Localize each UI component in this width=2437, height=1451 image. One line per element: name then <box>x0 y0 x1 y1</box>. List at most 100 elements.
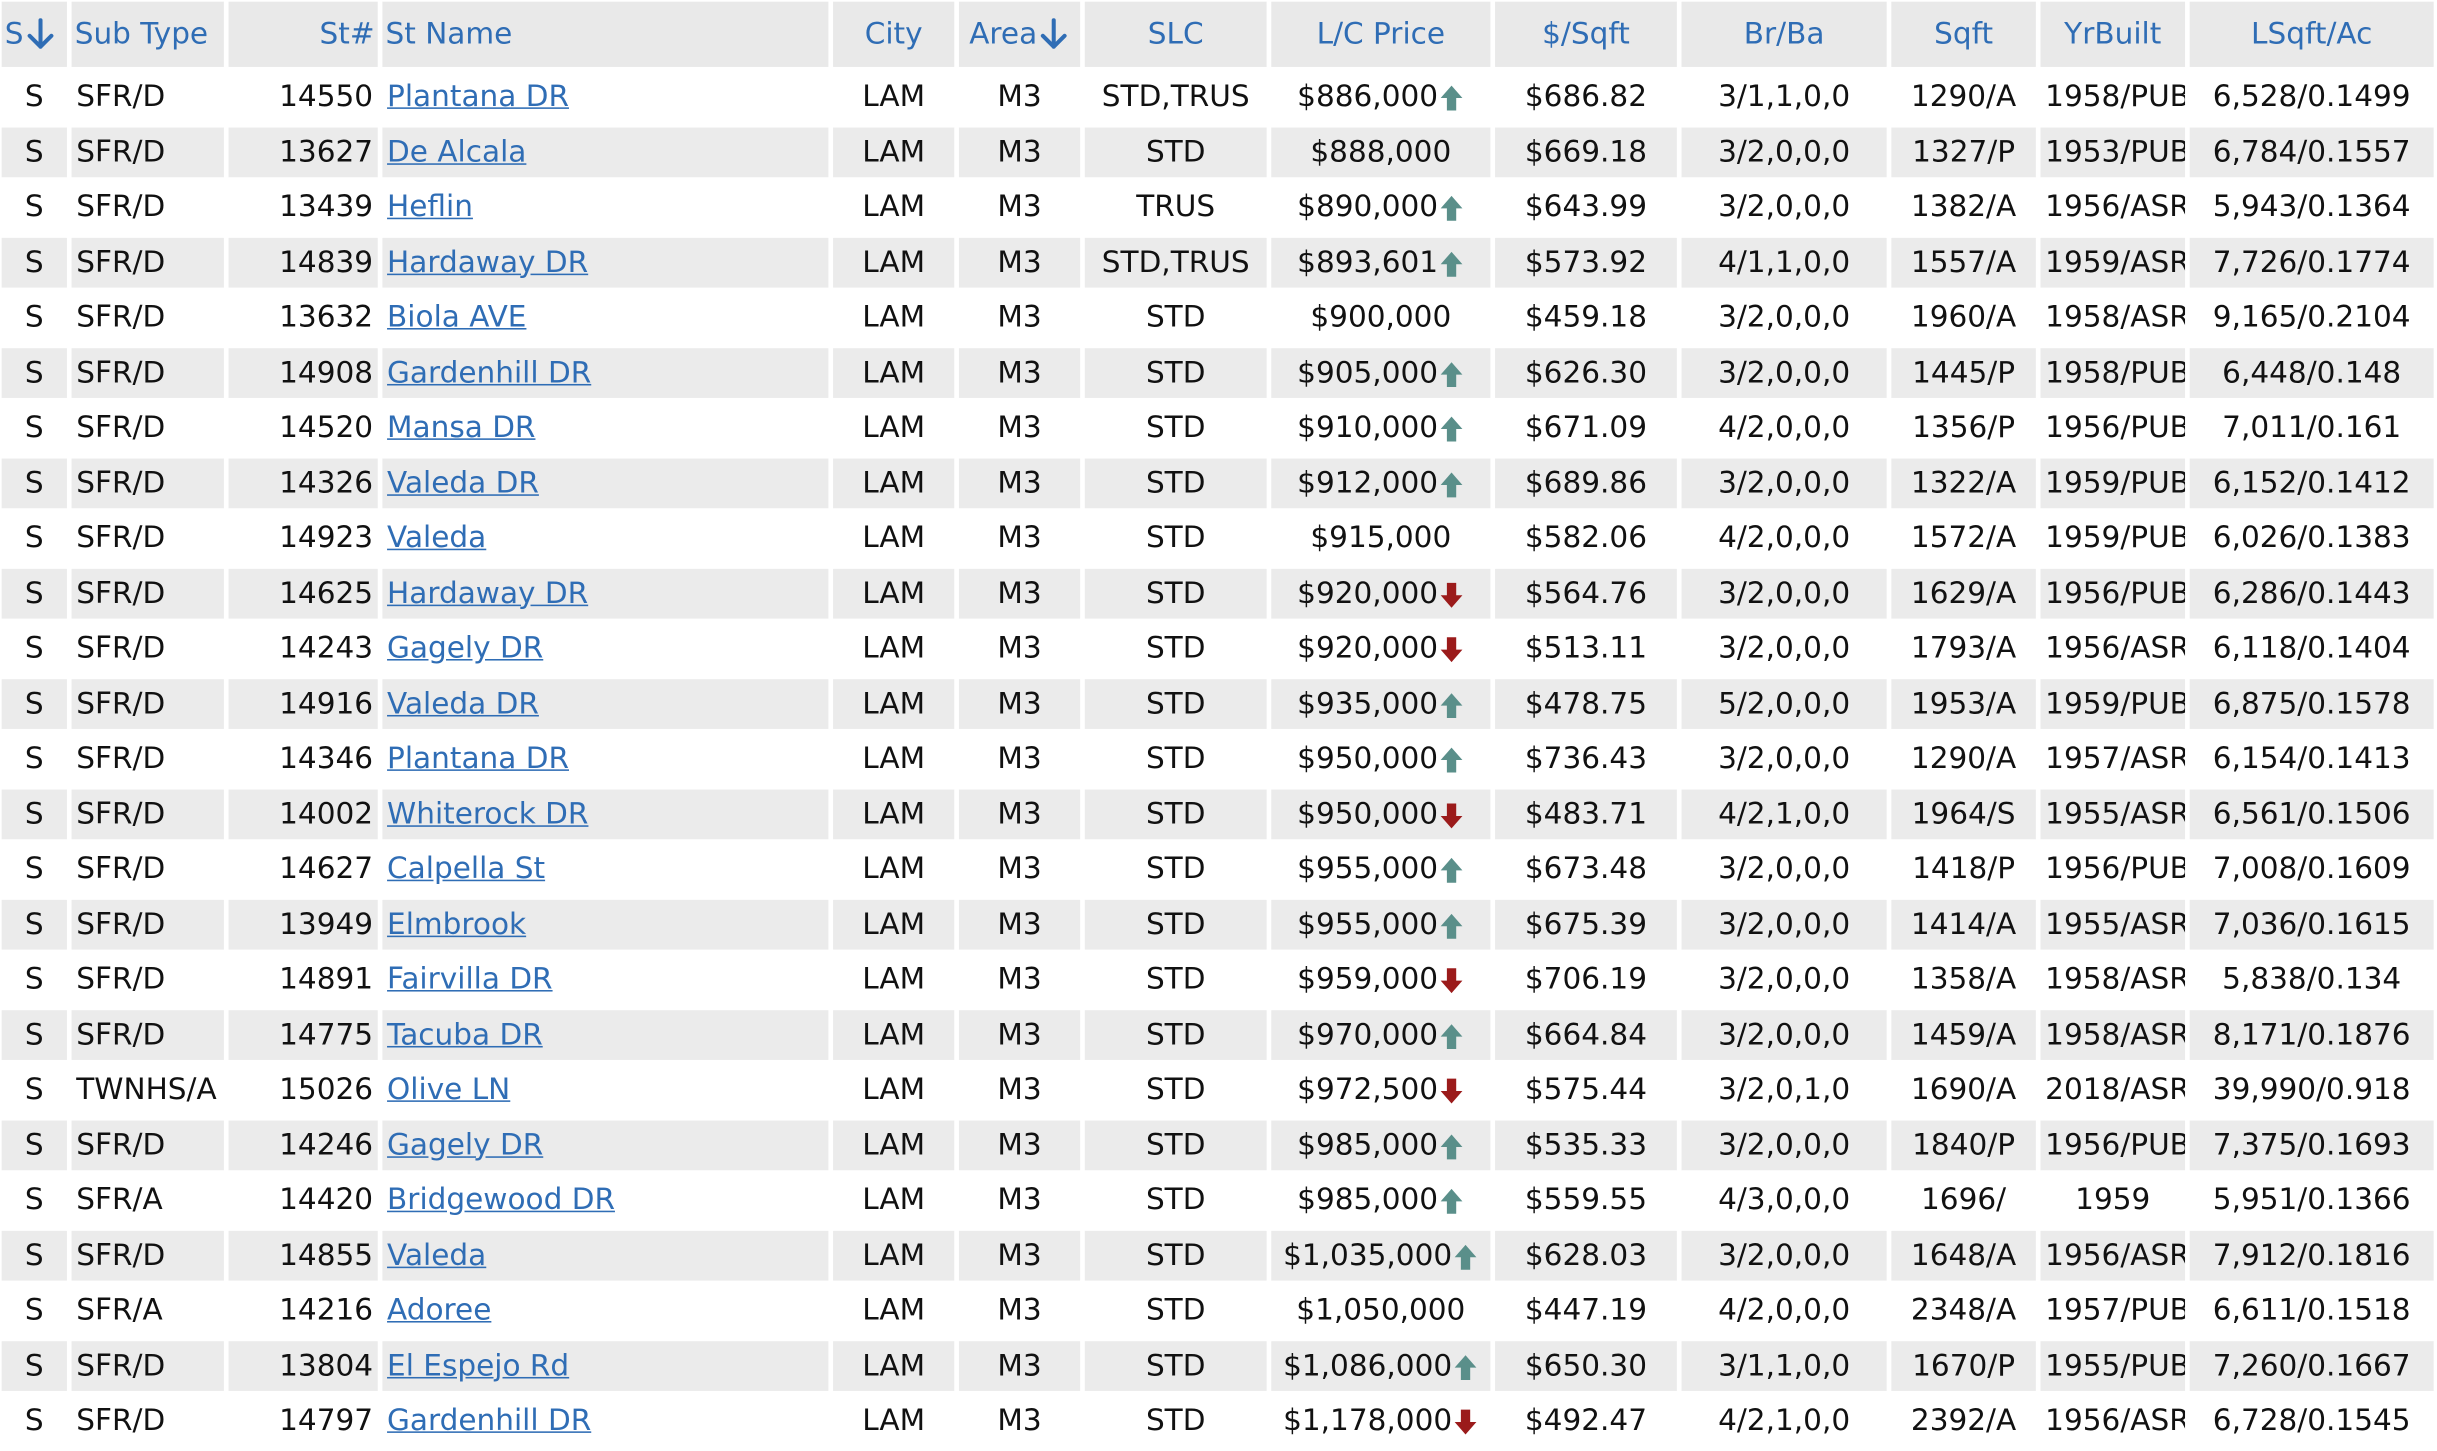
col-header-price-per-sqft[interactable]: $/Sqft <box>1495 1 1677 67</box>
cell-br-ba: 3/2,0,0,0 <box>1681 843 1887 895</box>
cell-slc: STD <box>1084 402 1267 454</box>
street-name-link[interactable]: Biola AVE <box>387 300 526 334</box>
street-name-link[interactable]: Gardenhill DR <box>387 1404 591 1438</box>
cell-price: $912,000 <box>1271 457 1491 509</box>
table-row[interactable]: S SFR/D 14797 Gardenhill DR LAM M3 STD $… <box>1 1395 2434 1447</box>
table-row[interactable]: S SFR/D 14246 Gagely DR LAM M3 STD $985,… <box>1 1119 2434 1171</box>
col-header-sub-type[interactable]: Sub Type <box>71 1 224 67</box>
table-row[interactable]: S SFR/D 14326 Valeda DR LAM M3 STD $912,… <box>1 457 2434 509</box>
sort-down-arrow-icon[interactable] <box>25 18 56 52</box>
sort-down-arrow-icon[interactable] <box>1039 18 1070 52</box>
street-name-link[interactable]: Hardaway DR <box>387 245 588 279</box>
table-row[interactable]: S SFR/D 14243 Gagely DR LAM M3 STD $920,… <box>1 623 2434 674</box>
table-row[interactable]: S SFR/D 14550 Plantana DR LAM M3 STD,TRU… <box>1 71 2434 123</box>
table-row[interactable]: S SFR/D 14520 Mansa DR LAM M3 STD $910,0… <box>1 402 2434 454</box>
street-name-link[interactable]: Plantana DR <box>387 742 569 776</box>
col-header-sqft[interactable]: Sqft <box>1891 1 2036 67</box>
table-row[interactable]: S SFR/D 14891 Fairvilla DR LAM M3 STD $9… <box>1 954 2434 1005</box>
cell-area: M3 <box>958 1009 1081 1060</box>
cell-st-num: 13632 <box>228 292 378 343</box>
cell-lot-sqft: 6,611/0.1518 <box>2189 1285 2434 1336</box>
cell-st-name: El Espejo Rd <box>382 1340 829 1391</box>
street-name-link[interactable]: Gardenhill DR <box>387 356 591 390</box>
price-down-arrow-icon <box>1441 968 1463 994</box>
cell-slc: STD <box>1084 954 1267 1005</box>
table-row[interactable]: S SFR/D 13804 El Espejo Rd LAM M3 STD $1… <box>1 1340 2434 1391</box>
cell-sqft: 1960/A <box>1891 292 2036 343</box>
table-row[interactable]: S SFR/D 14775 Tacuba DR LAM M3 STD $970,… <box>1 1009 2434 1060</box>
street-name-link[interactable]: Plantana DR <box>387 80 569 114</box>
table-row[interactable]: S SFR/D 14855 Valeda LAM M3 STD $1,035,0… <box>1 1230 2434 1281</box>
table-row[interactable]: S SFR/D 13949 Elmbrook LAM M3 STD $955,0… <box>1 899 2434 950</box>
col-header-price[interactable]: L/C Price <box>1271 1 1491 67</box>
cell-br-ba: 3/2,0,0,0 <box>1681 954 1887 1005</box>
table-row[interactable]: S SFR/D 14627 Calpella St LAM M3 STD $95… <box>1 843 2434 895</box>
table-row[interactable]: S SFR/D 14346 Plantana DR LAM M3 STD $95… <box>1 733 2434 785</box>
cell-st-name: Adoree <box>382 1285 829 1336</box>
street-name-link[interactable]: Olive LN <box>387 1073 510 1107</box>
cell-area: M3 <box>958 788 1081 840</box>
cell-sqft: 1414/A <box>1891 899 2036 950</box>
cell-yr-built: 1958/PUB <box>2040 71 2186 123</box>
price-up-arrow-icon <box>1441 85 1463 111</box>
col-header-city[interactable]: City <box>833 1 955 67</box>
cell-st-num: 14346 <box>228 733 378 785</box>
table-row[interactable]: S SFR/D 13632 Biola AVE LAM M3 STD $900,… <box>1 292 2434 343</box>
cell-slc: STD <box>1084 899 1267 950</box>
col-header-yr-built[interactable]: YrBuilt <box>2040 1 2186 67</box>
col-header-status[interactable]: S <box>1 1 67 67</box>
cell-sqft: 1793/A <box>1891 623 2036 674</box>
street-name-link[interactable]: Whiterock DR <box>387 797 588 831</box>
cell-sqft: 1358/A <box>1891 954 2036 1005</box>
cell-yr-built: 1957/ASR <box>2040 733 2186 785</box>
cell-st-name: Tacuba DR <box>382 1009 829 1060</box>
street-name-link[interactable]: Tacuba DR <box>387 1018 543 1052</box>
table-row[interactable]: S SFR/D 13439 Heflin LAM M3 TRUS $890,00… <box>1 181 2434 233</box>
col-header-br-ba[interactable]: Br/Ba <box>1681 1 1887 67</box>
table-row[interactable]: S SFR/D 14923 Valeda LAM M3 STD $915,000… <box>1 512 2434 564</box>
street-name-link[interactable]: Valeda DR <box>387 466 539 500</box>
cell-lot-sqft: 7,912/0.1816 <box>2189 1230 2434 1281</box>
table-row[interactable]: S SFR/D 14839 Hardaway DR LAM M3 STD,TRU… <box>1 237 2434 288</box>
table-row[interactable]: S SFR/A 14420 Bridgewood DR LAM M3 STD $… <box>1 1174 2434 1226</box>
cell-sqft: 1327/P <box>1891 126 2036 178</box>
cell-price: $955,000 <box>1271 843 1491 895</box>
street-name-link[interactable]: Valeda <box>387 1238 486 1272</box>
street-name-link[interactable]: Adoree <box>387 1293 491 1327</box>
table-row[interactable]: S SFR/D 14625 Hardaway DR LAM M3 STD $92… <box>1 568 2434 619</box>
street-name-link[interactable]: Valeda <box>387 521 486 555</box>
table-row[interactable]: S SFR/D 14002 Whiterock DR LAM M3 STD $9… <box>1 788 2434 840</box>
cell-br-ba: 3/2,0,0,0 <box>1681 457 1887 509</box>
col-header-st-name[interactable]: St Name <box>382 1 829 67</box>
street-name-link[interactable]: De Alcala <box>387 135 526 169</box>
col-header-st-num[interactable]: St# <box>228 1 378 67</box>
cell-st-name: Calpella St <box>382 843 829 895</box>
street-name-link[interactable]: Mansa DR <box>387 411 535 445</box>
cell-sqft: 1290/A <box>1891 71 2036 123</box>
table-row[interactable]: S SFR/D 14916 Valeda DR LAM M3 STD $935,… <box>1 678 2434 729</box>
street-name-link[interactable]: Bridgewood DR <box>387 1183 615 1217</box>
street-name-link[interactable]: Calpella St <box>387 852 545 886</box>
cell-city: LAM <box>833 954 955 1005</box>
cell-yr-built: 1956/ASR <box>2040 623 2186 674</box>
col-header-area[interactable]: Area <box>958 1 1081 67</box>
cell-lot-sqft: 7,008/0.1609 <box>2189 843 2434 895</box>
street-name-link[interactable]: Valeda DR <box>387 687 539 721</box>
table-row[interactable]: S SFR/D 14908 Gardenhill DR LAM M3 STD $… <box>1 347 2434 398</box>
street-name-link[interactable]: Hardaway DR <box>387 576 588 610</box>
col-header-slc[interactable]: SLC <box>1084 1 1267 67</box>
cell-yr-built: 1955/ASR <box>2040 788 2186 840</box>
street-name-link[interactable]: Gagely DR <box>387 631 543 665</box>
street-name-link[interactable]: Gagely DR <box>387 1128 543 1162</box>
street-name-link[interactable]: Heflin <box>387 190 473 224</box>
cell-sqft: 1290/A <box>1891 733 2036 785</box>
cell-st-num: 13627 <box>228 126 378 178</box>
street-name-link[interactable]: Fairvilla DR <box>387 962 553 996</box>
cell-price: $888,000 <box>1271 126 1491 178</box>
table-row[interactable]: S SFR/D 13627 De Alcala LAM M3 STD $888,… <box>1 126 2434 178</box>
table-row[interactable]: S TWNHS/A 15026 Olive LN LAM M3 STD $972… <box>1 1064 2434 1116</box>
street-name-link[interactable]: El Espejo Rd <box>387 1349 569 1383</box>
table-row[interactable]: S SFR/A 14216 Adoree LAM M3 STD $1,050,0… <box>1 1285 2434 1336</box>
col-header-lot-sqft[interactable]: LSqft/Ac <box>2189 1 2434 67</box>
street-name-link[interactable]: Elmbrook <box>387 907 526 941</box>
